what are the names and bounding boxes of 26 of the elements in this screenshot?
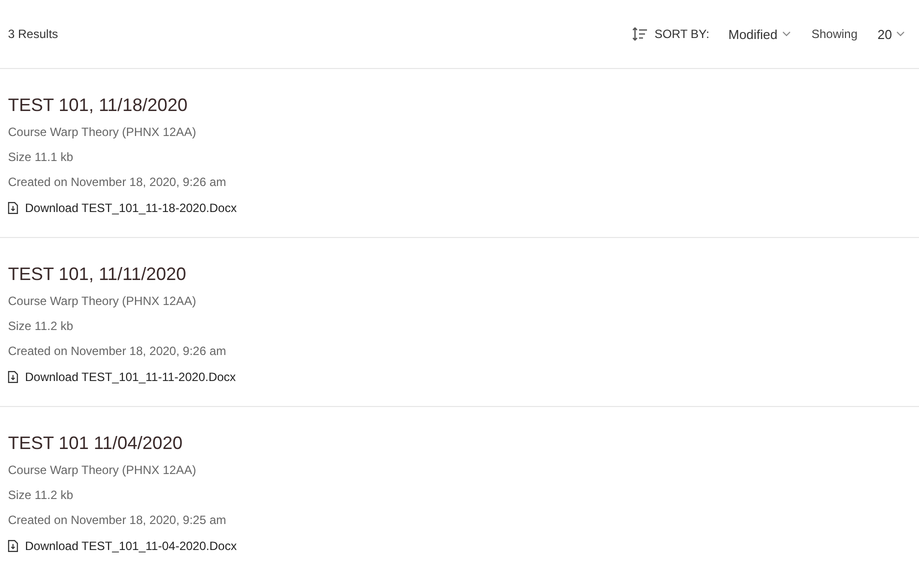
course-text: Course Warp Theory (PHNX 12AA): [8, 293, 198, 310]
course-text: Course Warp Theory (PHNX 12AA): [8, 124, 198, 141]
size-text: Size 11.2 kb: [8, 487, 74, 504]
result-title: TEST 101, 11/18/2020: [8, 94, 188, 116]
document-download-icon: [8, 371, 18, 383]
chevron-down-icon: [782, 31, 790, 37]
download-link[interactable]: Download TEST_101_11-11-2020.Docx: [25, 370, 236, 384]
results-count: 3 Results: [8, 27, 58, 41]
created-text: Created on November 18, 2020, 9:26 am: [8, 174, 228, 191]
chevron-down-icon: [896, 31, 905, 37]
sort-icon: [632, 27, 648, 41]
result-title: TEST 101 11/04/2020: [8, 432, 184, 454]
course-text: Course Warp Theory (PHNX 12AA): [8, 462, 198, 479]
document-download-icon: [8, 202, 18, 214]
size-text: Size 11.1 kb: [8, 149, 74, 166]
created-text: Created on November 18, 2020, 9:25 am: [8, 512, 228, 529]
created-text: Created on November 18, 2020, 9:26 am: [8, 343, 228, 360]
result-title: TEST 101, 11/11/2020: [8, 263, 188, 285]
document-download-icon: [8, 540, 18, 552]
download-link[interactable]: Download TEST_101_11-04-2020.Docx: [25, 539, 237, 553]
showing-label: Showing: [812, 27, 858, 41]
page-size-dropdown[interactable]: 20: [878, 26, 905, 42]
download-link[interactable]: Download TEST_101_11-18-2020.Docx: [25, 201, 237, 215]
sort-dropdown[interactable]: Modified: [728, 26, 790, 42]
size-text: Size 11.2 kb: [8, 318, 74, 335]
sort-label: SORT BY:: [654, 27, 710, 41]
